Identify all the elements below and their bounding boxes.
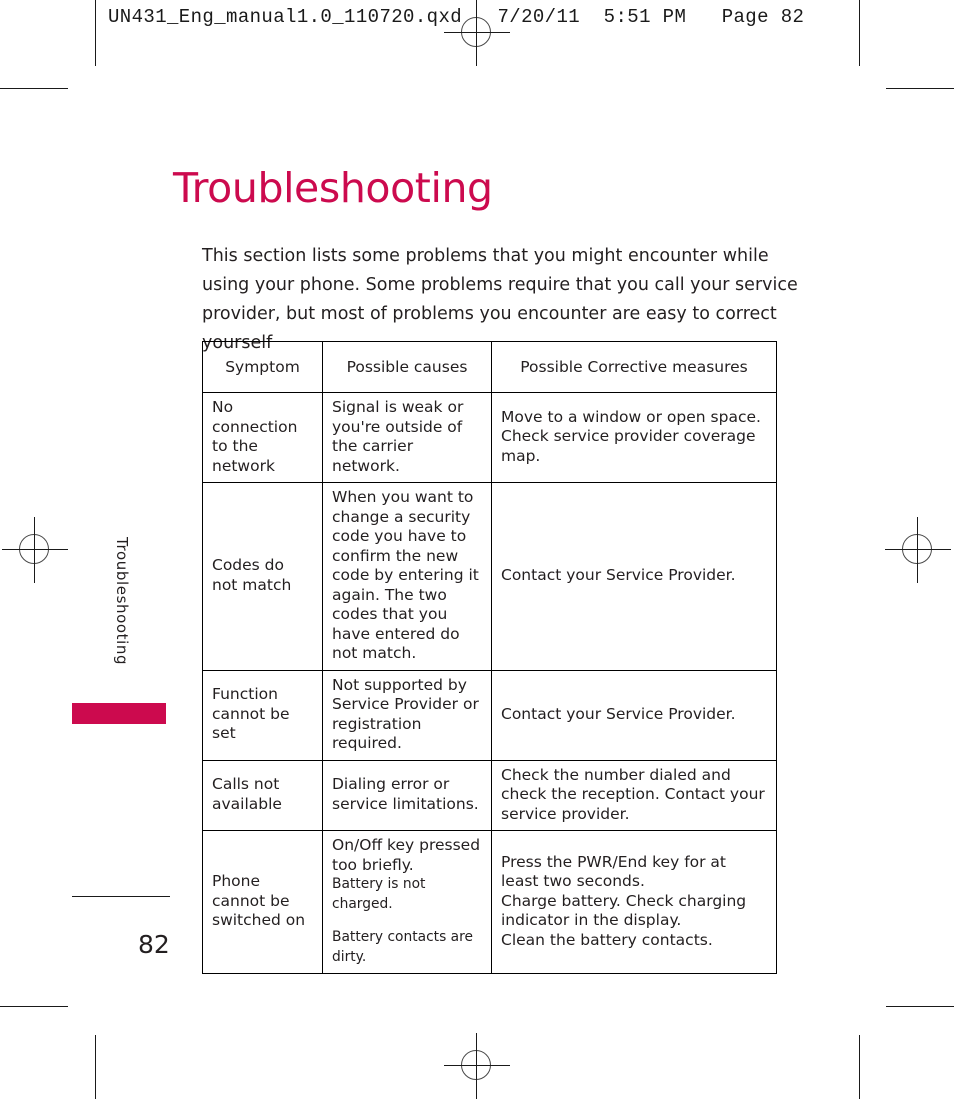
registration-horizontal-line xyxy=(444,1065,510,1066)
cell-symptom: Function cannot be set xyxy=(202,669,323,761)
cause-spacer xyxy=(332,914,482,928)
cell-cause: Dialing error or service limitations. xyxy=(322,759,492,831)
registration-mark-right xyxy=(885,517,951,583)
side-tab-bar xyxy=(72,703,166,724)
crop-mark-top-left-vertical xyxy=(95,0,96,66)
column-header-possible-corrective-measures: Possible Corrective measures xyxy=(491,341,777,393)
registration-horizontal-line xyxy=(2,549,68,550)
table-row: No connection to the network Signal is w… xyxy=(202,392,777,483)
cause-line-2: Battery is not charged. xyxy=(332,876,426,912)
crop-mark-top-right-horizontal xyxy=(886,88,954,89)
registration-mark-bottom xyxy=(444,1033,510,1099)
table-row: Calls not available Dialing error or ser… xyxy=(202,759,777,831)
file-slug-header: UN431_Eng_manual1.0_110720.qxd 7/20/11 5… xyxy=(108,6,805,28)
fix-line-1: Press the PWR/End key for at least two s… xyxy=(501,852,727,891)
cell-fix: Check the number dialed and check the re… xyxy=(491,759,777,831)
registration-vertical-line xyxy=(476,1033,477,1099)
cell-fix: Contact your Service Provider. xyxy=(491,669,777,761)
crop-mark-bottom-left-horizontal xyxy=(0,1006,68,1007)
cell-symptom: Codes do not match xyxy=(202,482,323,671)
crop-mark-top-right-vertical xyxy=(859,0,860,66)
crop-mark-top-left-horizontal xyxy=(0,88,68,89)
table-row: Codes do not match When you want to chan… xyxy=(202,482,777,671)
registration-vertical-line xyxy=(917,517,918,583)
cell-fix: Press the PWR/End key for at least two s… xyxy=(491,830,777,974)
cell-symptom: No connection to the network xyxy=(202,392,323,483)
cell-cause: Signal is weak or you're outside of the … xyxy=(322,392,492,483)
crop-mark-bottom-left-vertical xyxy=(95,1035,96,1099)
troubleshooting-table: Symptom Possible causes Possible Correct… xyxy=(202,341,777,974)
fix-line-2: Charge battery. Check charging indicator… xyxy=(501,891,747,930)
cause-line-3: Battery contacts are dirty. xyxy=(332,929,473,965)
column-header-symptom: Symptom xyxy=(202,341,323,393)
side-tab-label: Troubleshooting xyxy=(113,537,131,666)
table-header-row: Symptom Possible causes Possible Correct… xyxy=(202,341,777,393)
page-rule-left xyxy=(72,896,170,897)
fix-line-3: Clean the battery contacts. xyxy=(501,930,713,949)
table-row: Phone cannot be switched on On/Off key p… xyxy=(202,830,777,974)
column-header-possible-causes: Possible causes xyxy=(322,341,492,393)
registration-mark-left xyxy=(2,517,68,583)
page-title: Troubleshooting xyxy=(173,164,493,213)
registration-vertical-line xyxy=(34,517,35,583)
registration-horizontal-line xyxy=(885,549,951,550)
table-row: Function cannot be set Not supported by … xyxy=(202,669,777,761)
page-number: 82 xyxy=(138,930,170,959)
cause-line-1: On/Off key pressed too briefly. xyxy=(332,836,481,874)
crop-mark-bottom-right-vertical xyxy=(859,1035,860,1099)
registration-horizontal-line xyxy=(444,32,510,33)
cell-fix: Move to a window or open space. Check se… xyxy=(491,392,777,483)
cell-symptom: Phone cannot be switched on xyxy=(202,830,323,974)
cell-cause: When you want to change a security code … xyxy=(322,482,492,671)
cell-fix: Contact your Service Provider. xyxy=(491,482,777,671)
cell-symptom: Calls not available xyxy=(202,759,323,831)
cell-cause: On/Off key pressed too briefly. Battery … xyxy=(322,830,492,974)
crop-mark-bottom-right-horizontal xyxy=(886,1006,954,1007)
cell-cause: Not supported by Service Provider or reg… xyxy=(322,669,492,761)
